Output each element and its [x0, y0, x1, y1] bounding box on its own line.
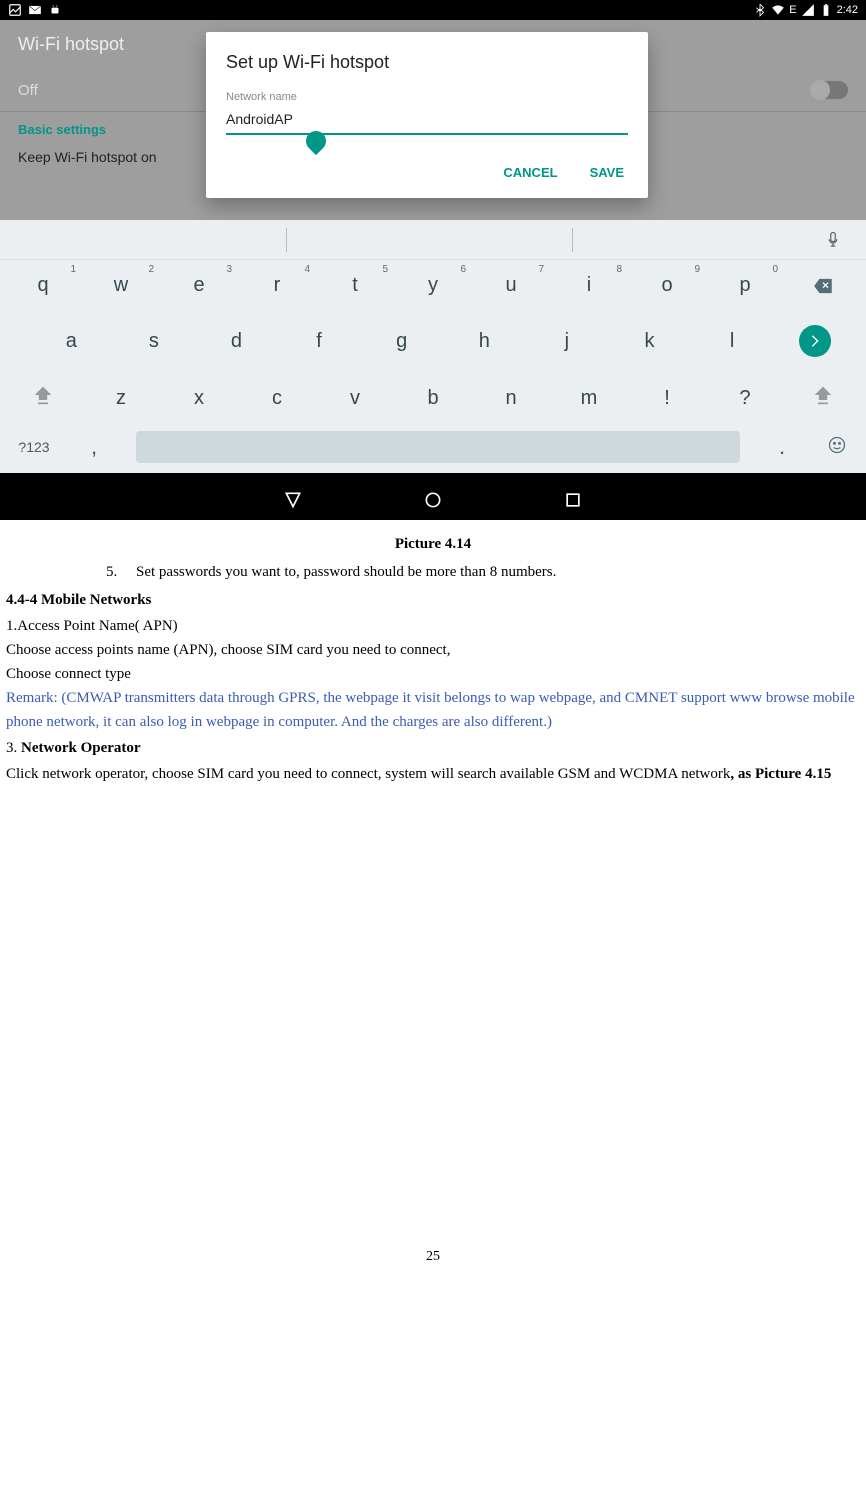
key-k[interactable]: k: [608, 324, 691, 359]
key-next[interactable]: [773, 319, 856, 363]
off-label: Off: [18, 82, 38, 99]
key-v[interactable]: v: [316, 381, 394, 416]
key-shift-right[interactable]: [784, 379, 862, 417]
key-period[interactable]: .: [752, 434, 812, 460]
key-r[interactable]: r4: [238, 268, 316, 303]
mic-icon[interactable]: [824, 231, 842, 249]
key-l[interactable]: l: [691, 324, 774, 359]
hotspot-toggle[interactable]: [812, 81, 848, 99]
back-icon[interactable]: [283, 490, 303, 510]
keyboard-row-4: ?123 , .: [0, 425, 866, 473]
key-space[interactable]: [136, 431, 740, 463]
key-u[interactable]: u7: [472, 268, 550, 303]
key-i[interactable]: i8: [550, 268, 628, 303]
key-q[interactable]: q1: [4, 268, 82, 303]
text-apn: 1.Access Point Name( APN): [6, 614, 860, 638]
picture-caption: Picture 4.14: [6, 532, 860, 556]
save-button[interactable]: SAVE: [586, 159, 628, 186]
android-icon: [48, 3, 62, 17]
key-shift-left[interactable]: [4, 379, 82, 417]
key-p[interactable]: p0: [706, 268, 784, 303]
wifi-icon: [771, 3, 785, 17]
keyboard-row-3: z x c v b n m ! ?: [0, 371, 866, 425]
key-w[interactable]: w2: [82, 268, 160, 303]
recent-icon[interactable]: [563, 490, 583, 510]
signal-type: E: [789, 4, 796, 16]
key-m[interactable]: m: [550, 381, 628, 416]
network-name-input[interactable]: [226, 107, 628, 135]
navigation-bar: [0, 480, 866, 520]
key-j[interactable]: j: [526, 324, 609, 359]
key-g[interactable]: g: [360, 324, 443, 359]
list-item-5: 5.Set passwords you want to, password sh…: [6, 560, 860, 584]
keyboard: q1 w2 e3 r4 t5 y6 u7 i8 o9 p0 a s d f g …: [0, 220, 866, 473]
text-network-operator: Click network operator, choose SIM card …: [6, 762, 860, 786]
key-z[interactable]: z: [82, 381, 160, 416]
keyboard-row-2: a s d f g h j k l: [0, 311, 866, 371]
key-n[interactable]: n: [472, 381, 550, 416]
document-body: Picture 4.14 5.Set passwords you want to…: [0, 520, 866, 1280]
mail-icon: [28, 3, 42, 17]
device-screenshot: E 2:42 Wi-Fi hotspot Off Basic settings …: [0, 0, 866, 520]
cancel-button[interactable]: CANCEL: [499, 159, 561, 186]
home-icon[interactable]: [423, 490, 443, 510]
status-bar: E 2:42: [0, 0, 866, 20]
suggestion-bar: [0, 220, 866, 260]
emoji-icon: [827, 435, 847, 455]
key-f[interactable]: f: [278, 324, 361, 359]
section-3: 3. Network Operator: [6, 736, 860, 760]
status-time: 2:42: [837, 4, 858, 16]
text-connect-type: Choose connect type: [6, 662, 860, 686]
signal-icon: [801, 3, 815, 17]
text-choose-apn: Choose access points name (APN), choose …: [6, 638, 860, 662]
key-d[interactable]: d: [195, 324, 278, 359]
key-h[interactable]: h: [443, 324, 526, 359]
key-symbols[interactable]: ?123: [4, 439, 64, 455]
keyboard-row-1: q1 w2 e3 r4 t5 y6 u7 i8 o9 p0: [0, 260, 866, 311]
key-o[interactable]: o9: [628, 268, 706, 303]
key-y[interactable]: y6: [394, 268, 472, 303]
key-emoji[interactable]: [812, 435, 862, 460]
setup-dialog: Set up Wi-Fi hotspot Network name CANCEL…: [206, 32, 648, 198]
key-e[interactable]: e3: [160, 268, 238, 303]
shift-icon: [813, 385, 833, 405]
key-s[interactable]: s: [113, 324, 196, 359]
backspace-icon: [810, 276, 836, 296]
image-icon: [8, 3, 22, 17]
key-c[interactable]: c: [238, 381, 316, 416]
bluetooth-icon: [753, 3, 767, 17]
key-backspace[interactable]: [784, 270, 862, 302]
chevron-right-icon: [807, 333, 823, 349]
battery-icon: [819, 3, 833, 17]
key-exclaim[interactable]: !: [628, 381, 706, 416]
key-a[interactable]: a: [30, 324, 113, 359]
network-name-label: Network name: [226, 91, 628, 103]
dialog-title: Set up Wi-Fi hotspot: [226, 52, 628, 73]
key-b[interactable]: b: [394, 381, 472, 416]
page-number: 25: [6, 1246, 860, 1268]
shift-icon: [33, 385, 53, 405]
key-x[interactable]: x: [160, 381, 238, 416]
key-question[interactable]: ?: [706, 381, 784, 416]
remark-text: Remark: (CMWAP transmitters data through…: [6, 686, 860, 734]
heading-mobile-networks: 4.4-4 Mobile Networks: [6, 588, 860, 612]
key-comma[interactable]: ,: [64, 434, 124, 460]
key-t[interactable]: t5: [316, 268, 394, 303]
